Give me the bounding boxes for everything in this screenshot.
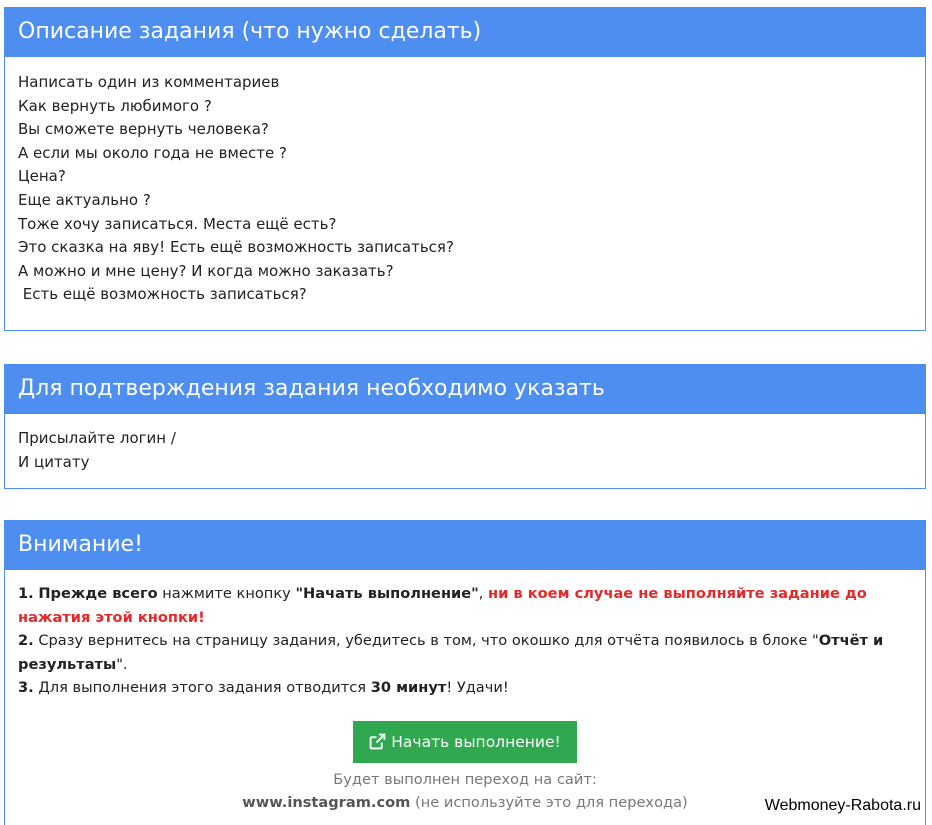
instruction-1-quoted: "Начать выполнение" — [295, 585, 479, 602]
instruction-1-number: 1. — [18, 585, 34, 602]
attention-panel: Внимание! 1. Прежде всего нажмите кнопку… — [4, 520, 926, 825]
instruction-3-end: ! Удачи! — [446, 679, 509, 696]
confirmation-body: Присылайте логин / И цитату — [5, 414, 925, 474]
redirect-label: Будет выполнен переход на сайт: — [333, 770, 597, 788]
confirmation-title: Для подтверждения задания необходимо ука… — [5, 365, 925, 414]
external-link-icon — [369, 733, 386, 749]
instruction-1: 1. Прежде всего нажмите кнопку "Начать в… — [18, 582, 912, 629]
start-task-button[interactable]: Начать выполнение! — [353, 720, 577, 763]
description-line: Вы сможете вернуть человека? — [18, 120, 269, 139]
task-description-title: Описание задания (что нужно сделать) — [5, 8, 925, 57]
instruction-1-bold: Прежде всего — [38, 585, 158, 602]
instruction-3-bold: 30 минут — [370, 679, 447, 696]
description-line: Написать один из комментариев — [18, 73, 280, 91]
confirmation-line: И цитату — [18, 453, 90, 471]
description-line: Цена? — [18, 167, 66, 186]
watermark: Webmoney-Rabota.ru — [761, 797, 924, 815]
task-description-body: Написать один из комментариев Как вернут… — [5, 57, 925, 307]
task-description-panel: Описание задания (что нужно сделать) Нап… — [4, 7, 926, 331]
redirect-site: www.instagram.com — [242, 793, 411, 811]
description-line: Есть ещё возможность записаться? — [18, 285, 307, 304]
description-line: Это сказка на яву! Есть ещё возможность … — [18, 238, 454, 257]
instruction-2-end: ". — [116, 655, 128, 673]
description-line: А можно и мне цену? И когда можно заказа… — [18, 261, 394, 280]
description-line: Тоже хочу записаться. Места ещё есть? — [18, 214, 337, 233]
confirmation-panel: Для подтверждения задания необходимо ука… — [4, 364, 926, 489]
confirmation-line: Присылайте логин / — [18, 429, 176, 447]
attention-title: Внимание! — [5, 521, 925, 570]
description-line: Как вернуть любимого ? — [18, 96, 212, 115]
instruction-3: 3. Для выполнения этого задания отводитс… — [18, 676, 912, 700]
start-task-label: Начать выполнение! — [391, 732, 561, 751]
instruction-1-comma: , — [478, 585, 489, 602]
redirect-site-note: (не используйте это для перехода) — [410, 793, 688, 811]
instruction-1-text: нажмите кнопку — [157, 585, 296, 602]
instruction-2-text: Сразу вернитесь на страницу задания, убе… — [33, 632, 819, 649]
description-line: А если мы около года не вместе ? — [18, 143, 288, 162]
description-line: Еще актуально ? — [18, 190, 151, 209]
instruction-2: 2. Сразу вернитесь на страницу задания, … — [18, 629, 912, 676]
instruction-3-text: Для выполнения этого задания отводится — [33, 679, 371, 696]
instruction-2-number: 2. — [18, 632, 34, 649]
instruction-3-number: 3. — [18, 679, 34, 696]
attention-body: 1. Прежде всего нажмите кнопку "Начать в… — [5, 570, 925, 814]
